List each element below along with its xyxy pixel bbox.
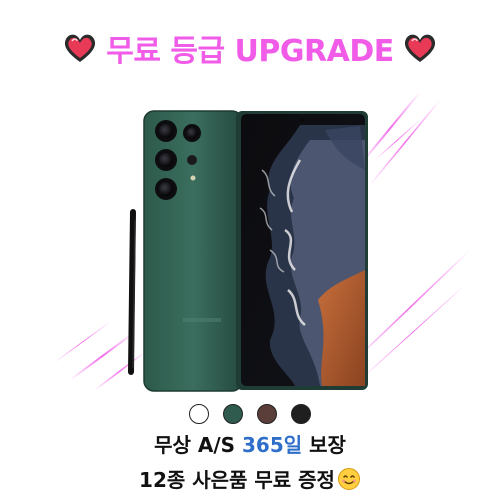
gifts-text: 12종 사은품 무료 증정	[0, 464, 500, 493]
phone-front	[236, 111, 368, 390]
black-swatch[interactable]	[291, 404, 311, 424]
as-highlight: 365일	[242, 433, 303, 457]
phone-back	[143, 110, 243, 392]
as-suffix: 보장	[302, 433, 346, 457]
gifts-label: 12종 사은품 무료 증정	[139, 468, 335, 492]
green-swatch[interactable]	[223, 404, 243, 424]
smiley-icon	[337, 468, 360, 490]
stylus	[128, 209, 136, 375]
as-warranty-text: 무상 A/S 365일 보장	[0, 429, 500, 458]
burgundy-swatch[interactable]	[257, 404, 277, 424]
as-prefix: 무상 A/S	[154, 433, 242, 457]
white-swatch[interactable]	[189, 404, 209, 424]
color-options	[0, 404, 500, 426]
